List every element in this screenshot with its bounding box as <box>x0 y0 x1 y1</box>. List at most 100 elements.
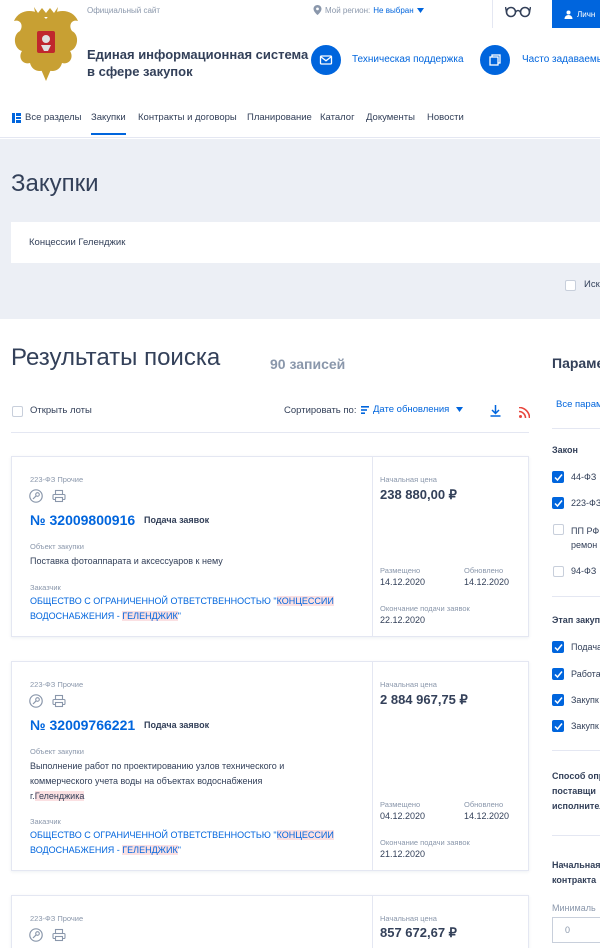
search-option-checkbox[interactable] <box>565 280 576 291</box>
sidebar-separator <box>552 428 600 429</box>
sidebar-separator <box>552 596 600 597</box>
sort-value: Дате обновления <box>373 404 450 415</box>
card-divider <box>372 457 373 636</box>
printer-icon[interactable] <box>52 694 66 708</box>
price-title-line: контракта <box>552 875 597 885</box>
purchase-number[interactable]: № 32009800916 <box>30 512 135 528</box>
printer-icon[interactable] <box>52 489 66 503</box>
nav-news[interactable]: Новости <box>427 112 464 123</box>
search-input[interactable]: Концессии Геленджик <box>11 222 600 263</box>
card-divider <box>372 896 373 948</box>
customer-label: Заказчик <box>30 583 61 592</box>
price-label: Начальная цена <box>380 475 437 484</box>
faq-button[interactable] <box>480 45 510 75</box>
stage-checkbox[interactable] <box>552 694 564 706</box>
object-highlight: Геленджика <box>34 791 85 801</box>
nav-catalog[interactable]: Каталог <box>320 112 355 123</box>
purchase-card[interactable]: 223-ФЗ Прочие Начальная цена 857 672,67 … <box>11 895 529 948</box>
min-price-input[interactable]: 0 <box>552 917 600 943</box>
customer-highlight: КОНЦЕССИИ <box>276 830 334 840</box>
support-button[interactable] <box>311 45 341 75</box>
customer-text: ВОДОСНАБЖЕНИЯ - <box>30 611 123 621</box>
law-94-checkbox[interactable] <box>553 566 564 577</box>
nav-contracts[interactable]: Контракты и договоры <box>138 112 237 123</box>
stage-checkbox[interactable] <box>552 720 564 732</box>
law-pp-rf-checkbox[interactable] <box>553 524 564 535</box>
open-lots-checkbox[interactable] <box>12 406 23 417</box>
object-text: Поставка фотоаппарата и аксессуаров к не… <box>30 556 223 566</box>
stage-label: Закупк <box>571 695 599 705</box>
customer-text: ОБЩЕСТВО С ОГРАНИЧЕННОЙ ОТВЕТСТВЕННОСТЬЮ… <box>30 830 277 840</box>
placed-label: Размещено <box>380 566 421 575</box>
customer-link[interactable]: ОБЩЕСТВО С ОГРАНИЧЕННОЙ ОТВЕТСТВЕННОСТЬЮ… <box>30 594 360 624</box>
end-date: 22.12.2020 <box>380 615 426 625</box>
page-title: Закупки <box>11 170 99 197</box>
price-label: Начальная цена <box>380 680 437 689</box>
price-value: 2 884 967,75 ₽ <box>380 692 468 707</box>
stage-checkbox[interactable] <box>552 641 564 653</box>
nav-purchases[interactable]: Закупки <box>91 112 126 135</box>
purchase-card[interactable]: 223-ФЗ Прочие № 32009800916 Подача заяво… <box>11 456 529 637</box>
header-divider <box>492 0 493 28</box>
price-value: 857 672,67 ₽ <box>380 925 457 940</box>
location-pin-icon <box>313 5 322 15</box>
law-44-checkbox[interactable] <box>552 471 564 483</box>
law-pp-rf-line: ремон <box>571 540 598 550</box>
printer-icon[interactable] <box>52 928 66 942</box>
customer-link[interactable]: ОБЩЕСТВО С ОГРАНИЧЕННОЙ ОТВЕТСТВЕННОСТЬЮ… <box>30 828 360 858</box>
law-223-checkbox[interactable] <box>552 497 564 509</box>
rss-icon[interactable] <box>518 405 531 423</box>
user-icon <box>564 10 573 19</box>
law-44-label: 44-ФЗ <box>571 472 597 482</box>
purchase-card[interactable]: 223-ФЗ Прочие № 32009766221 Подача заяво… <box>11 661 529 871</box>
method-filter-title: Способ опр поставщи исполнител <box>552 769 600 814</box>
region-label: Мой регион: <box>325 5 371 15</box>
support-link[interactable]: Техническая поддержка <box>352 54 464 65</box>
login-button[interactable]: Личн <box>552 0 600 28</box>
law-label: 223-ФЗ Прочие <box>30 680 84 689</box>
price-title-line: Начальная <box>552 860 600 870</box>
sort-selector[interactable]: Дате обновления <box>361 404 464 415</box>
price-filter-title: Начальная контракта <box>552 858 600 888</box>
envelope-icon <box>319 55 333 65</box>
download-icon[interactable] <box>490 404 501 422</box>
object-text: Выполнение работ по проектированию узлов… <box>30 759 350 804</box>
coat-of-arms-logo[interactable] <box>10 5 82 83</box>
region-value: Не выбран <box>373 5 414 15</box>
purchase-number[interactable]: № 32009766221 <box>30 717 135 733</box>
placed-label: Размещено <box>380 800 421 809</box>
method-title-line: Способ опр <box>552 771 600 781</box>
updated-date: 14.12.2020 <box>464 577 510 587</box>
customer-label: Заказчик <box>30 817 61 826</box>
purchase-stage: Подача заявок <box>144 515 210 525</box>
object-line: г. <box>30 791 35 801</box>
key-circle-icon <box>29 928 43 942</box>
nav-documents[interactable]: Документы <box>366 112 415 123</box>
main-nav: Все разделы Закупки Контракты и договоры… <box>0 100 600 138</box>
placed-date: 14.12.2020 <box>380 577 426 587</box>
updated-date: 14.12.2020 <box>464 811 510 821</box>
faq-link[interactable]: Часто задаваемы <box>522 54 600 65</box>
login-label: Личн <box>577 9 596 19</box>
sidebar-title: Параме <box>552 355 600 371</box>
end-date: 21.12.2020 <box>380 849 426 859</box>
law-label: 223-ФЗ Прочие <box>30 914 84 923</box>
results-count: 90 записей <box>270 356 346 372</box>
all-params-link[interactable]: Все парам <box>556 399 600 410</box>
site-name[interactable]: Единая информационная система в сфере за… <box>87 46 308 80</box>
nav-all-sections[interactable]: Все разделы <box>12 112 82 123</box>
results-title: Результаты поиска <box>11 344 221 371</box>
customer-highlight: ГЕЛЕНДЖИК <box>122 845 178 855</box>
region-selector[interactable]: Мой регион: Не выбран <box>313 5 424 15</box>
official-site-label: Официальный сайт <box>87 6 161 15</box>
object-line: коммерческого учета воды на объектах вод… <box>30 776 263 786</box>
stage-checkbox[interactable] <box>552 668 564 680</box>
nav-planning[interactable]: Планирование <box>247 112 312 123</box>
law-223-label: 223-ФЗ <box>571 498 600 508</box>
law-pp-rf-line: ПП РФ <box>571 526 600 536</box>
object-label: Объект закупки <box>30 747 84 756</box>
accessibility-glasses-icon[interactable] <box>504 4 532 23</box>
key-circle-icon <box>29 489 43 503</box>
key-circle-icon <box>29 694 43 708</box>
customer-text: " <box>177 845 181 855</box>
